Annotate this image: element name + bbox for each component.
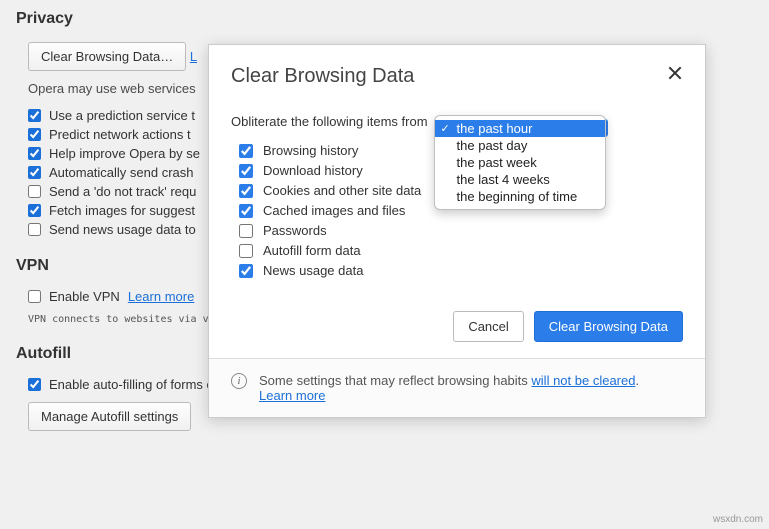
privacy-option-checkbox[interactable] [28,128,41,141]
modal-option-label: Autofill form data [263,243,361,258]
privacy-option-checkbox[interactable] [28,204,41,217]
time-option[interactable]: the last 4 weeks [435,171,605,188]
obliterate-label: Obliterate the following items from [231,114,428,129]
privacy-option-label: Send news usage data to [49,222,196,237]
privacy-option-label: Predict network actions t [49,127,191,142]
modal-option-label: Download history [263,163,363,178]
time-option[interactable]: the past hour [435,120,605,137]
privacy-option-label: Send a 'do not track' requ [49,184,196,199]
privacy-option-label: Fetch images for suggest [49,203,195,218]
modal-option-row: News usage data [239,263,683,278]
privacy-option-checkbox[interactable] [28,223,41,236]
privacy-option-checkbox[interactable] [28,166,41,179]
modal-learn-more-link[interactable]: Learn more [259,388,325,403]
privacy-option-label: Use a prediction service t [49,108,195,123]
modal-option-row: Autofill form data [239,243,683,258]
time-range-dropdown[interactable]: the past hourthe past daythe past weekth… [434,115,606,210]
modal-option-label: Cached images and files [263,203,405,218]
privacy-option-label: Automatically send crash [49,165,194,180]
will-not-be-cleared-link[interactable]: will not be cleared [531,373,635,388]
modal-option-checkbox[interactable] [239,144,253,158]
vpn-learn-more-link[interactable]: Learn more [128,289,194,304]
privacy-option-label: Help improve Opera by se [49,146,200,161]
privacy-learn-link[interactable]: L [190,49,197,64]
watermark: wsxdn.com [713,514,763,525]
enable-autofill-checkbox[interactable] [28,378,41,391]
modal-option-label: News usage data [263,263,363,278]
cancel-button[interactable]: Cancel [453,311,523,342]
modal-option-row: Passwords [239,223,683,238]
time-option[interactable]: the past week [435,154,605,171]
privacy-option-checkbox[interactable] [28,185,41,198]
modal-option-checkbox[interactable] [239,204,253,218]
modal-option-checkbox[interactable] [239,244,253,258]
modal-option-checkbox[interactable] [239,164,253,178]
time-option[interactable]: the past day [435,137,605,154]
close-icon[interactable] [667,65,683,81]
clear-browsing-data-confirm-button[interactable]: Clear Browsing Data [534,311,683,342]
modal-footer-text: Some settings that may reflect browsing … [259,373,639,403]
modal-option-checkbox[interactable] [239,184,253,198]
enable-vpn-label: Enable VPN [49,289,120,304]
info-icon: i [231,373,247,389]
manage-autofill-button[interactable]: Manage Autofill settings [28,402,191,431]
privacy-option-checkbox[interactable] [28,147,41,160]
modal-option-checkbox[interactable] [239,224,253,238]
privacy-option-checkbox[interactable] [28,109,41,122]
modal-option-label: Browsing history [263,143,358,158]
modal-option-label: Cookies and other site data [263,183,421,198]
modal-title: Clear Browsing Data [231,65,414,88]
enable-vpn-checkbox[interactable] [28,290,41,303]
clear-browsing-data-button[interactable]: Clear Browsing Data… [28,42,186,71]
clear-browsing-data-modal: Clear Browsing Data Obliterate the follo… [208,44,706,418]
time-option[interactable]: the beginning of time [435,188,605,205]
modal-option-checkbox[interactable] [239,264,253,278]
modal-option-label: Passwords [263,223,327,238]
privacy-section-title: Privacy [16,10,753,28]
